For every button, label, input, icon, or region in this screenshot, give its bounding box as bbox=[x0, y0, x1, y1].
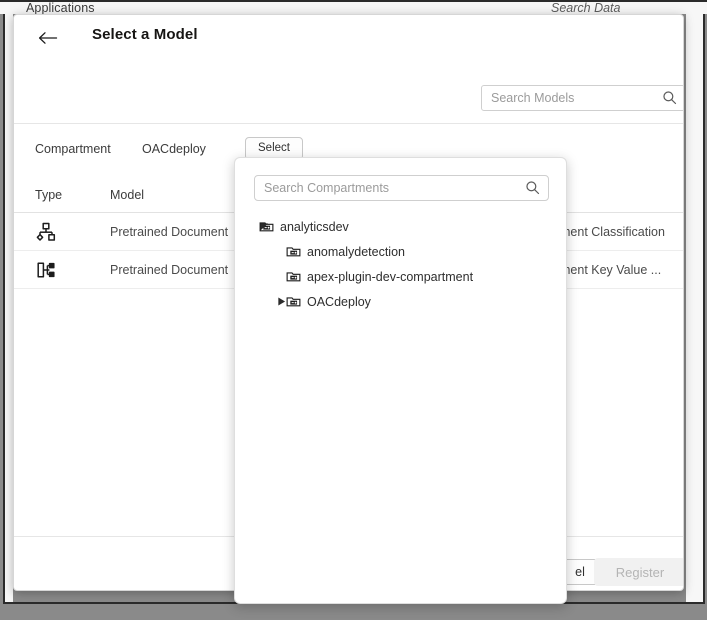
search-compartments-input[interactable] bbox=[254, 175, 549, 201]
background-top-strip: Applications Search Data bbox=[0, 0, 707, 14]
tree-item-label: anomalydetection bbox=[307, 244, 405, 259]
header-divider bbox=[14, 123, 683, 124]
pretrained-document-key-value-icon bbox=[35, 259, 57, 281]
tree-item-label: OACdeploy bbox=[307, 294, 371, 309]
compartment-folder-icon bbox=[286, 269, 301, 284]
background-left-rail bbox=[3, 14, 13, 604]
arrow-left-icon[interactable] bbox=[36, 27, 60, 49]
chevron-right-icon[interactable] bbox=[275, 296, 287, 308]
compartment-folder-icon bbox=[286, 294, 301, 309]
column-header-type[interactable]: Type bbox=[35, 177, 62, 212]
page-title: Select a Model bbox=[92, 26, 198, 43]
compartment-folder-icon bbox=[286, 244, 301, 259]
tree-item-analyticsdev[interactable]: analyticsdev bbox=[235, 214, 566, 239]
row-model-label: Pretrained Document bbox=[110, 224, 229, 239]
tree-item-label: apex-plugin-dev-compartment bbox=[307, 269, 474, 284]
column-header-type-label: Type bbox=[35, 187, 63, 202]
compartment-tree: analyticsdev anomalydetection apex-plugi… bbox=[235, 214, 566, 314]
compartment-picker-panel: analyticsdev anomalydetection bbox=[234, 157, 567, 604]
background-applications-tab[interactable]: Applications bbox=[26, 2, 95, 14]
row-name-cell: ment Classification bbox=[560, 213, 665, 250]
search-models-field[interactable] bbox=[481, 85, 683, 111]
compartment-value: OACdeploy bbox=[142, 142, 206, 156]
row-model-cell: Pretrained Document bbox=[110, 213, 228, 250]
tree-item-oacdeploy[interactable]: OACdeploy bbox=[235, 289, 566, 314]
row-model-cell: Pretrained Document bbox=[110, 251, 228, 288]
chevron-down-icon[interactable] bbox=[258, 221, 270, 233]
background-search-data-label[interactable]: Search Data bbox=[551, 2, 620, 14]
tree-item-label: analyticsdev bbox=[280, 219, 349, 234]
row-name-cell: ment Key Value ... bbox=[560, 251, 661, 288]
dialog-header: Select a Model bbox=[14, 15, 683, 59]
column-header-model[interactable]: Model bbox=[110, 177, 144, 212]
search-compartments-field[interactable] bbox=[254, 175, 549, 201]
background-right-rail bbox=[686, 14, 705, 604]
row-type-cell bbox=[35, 251, 57, 288]
row-type-cell bbox=[35, 213, 57, 250]
pretrained-document-classification-icon bbox=[35, 221, 57, 243]
tree-item-anomalydetection[interactable]: anomalydetection bbox=[235, 239, 566, 264]
search-models-input[interactable] bbox=[481, 85, 683, 111]
column-header-model-label: Model bbox=[110, 187, 145, 202]
row-name-label: ment Key Value ... bbox=[560, 262, 662, 277]
row-model-label: Pretrained Document bbox=[110, 262, 229, 277]
register-button[interactable]: Register bbox=[594, 558, 683, 586]
row-name-label: ment Classification bbox=[560, 224, 665, 239]
tree-item-apex-plugin-dev-compartment[interactable]: apex-plugin-dev-compartment bbox=[235, 264, 566, 289]
compartment-label: Compartment bbox=[35, 142, 111, 156]
